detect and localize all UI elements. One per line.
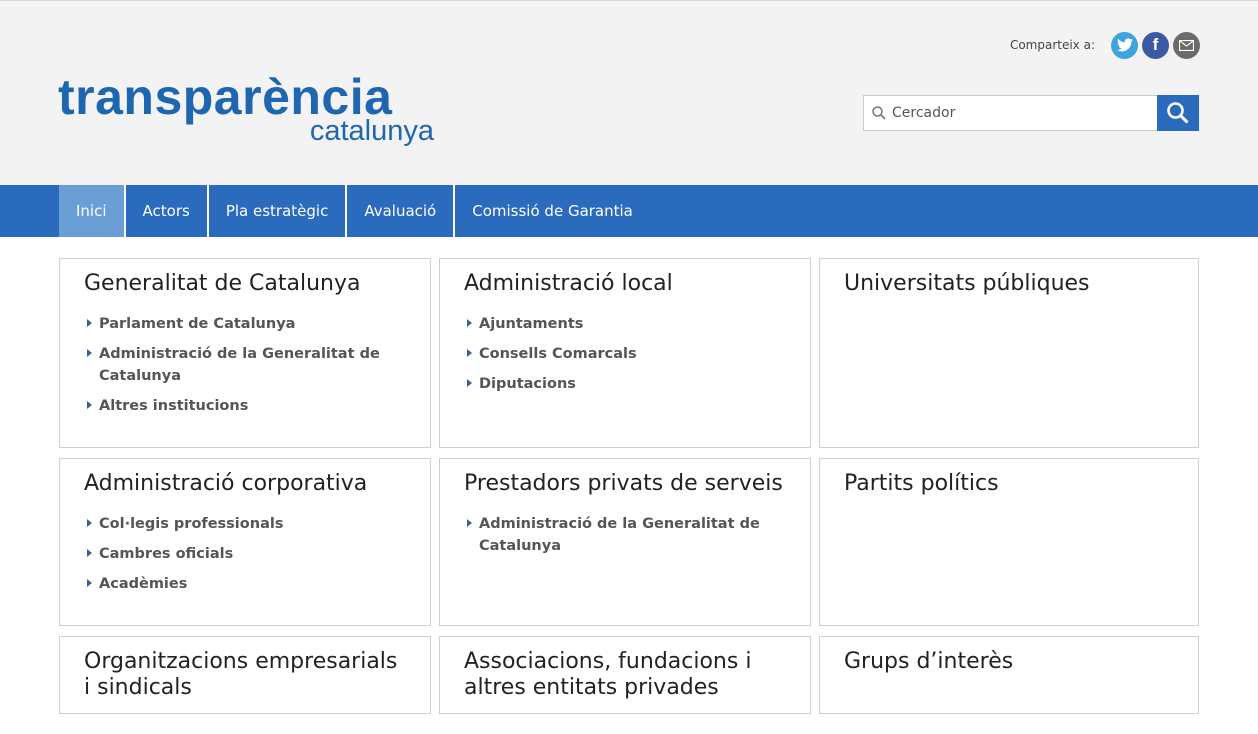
nav-item-comissio-garantia[interactable]: Comissió de Garantia [455,185,650,237]
search-form [863,95,1199,131]
search-button[interactable] [1157,95,1199,131]
card-title[interactable]: Prestadors privats de serveis [464,471,786,497]
card-grups-interes: Grups d’interès [819,636,1199,714]
card-links: Administració de la Generalitat de Catal… [464,513,786,557]
arrow-right-icon [87,579,92,587]
link-label: Administració de la Generalitat de Catal… [99,346,380,384]
nav-item-inici[interactable]: Inici [59,185,126,237]
search-box [863,95,1157,131]
list-item[interactable]: Diputacions [464,373,786,395]
card-title[interactable]: Generalitat de Catalunya [84,271,406,297]
list-item[interactable]: Acadèmies [84,573,406,595]
nav-item-pla-estrategic[interactable]: Pla estratègic [209,185,348,237]
share-label: Comparteix a: [1009,38,1095,52]
list-item[interactable]: Cambres oficials [84,543,406,565]
arrow-right-icon [87,519,92,527]
card-generalitat: Generalitat de Catalunya Parlament de Ca… [59,258,431,448]
arrow-right-icon [87,401,92,409]
list-item[interactable]: Altres institucions [84,395,406,417]
link-label: Col·legis professionals [99,516,284,532]
card-title[interactable]: Grups d’interès [844,649,1174,675]
card-title[interactable]: Partits polítics [844,471,1174,497]
link-label: Consells Comarcals [479,346,637,362]
search-icon [872,106,886,120]
arrow-right-icon [467,349,472,357]
card-prestadors-privats: Prestadors privats de serveis Administra… [439,458,811,626]
link-label: Altres institucions [99,398,249,414]
card-partits-politics: Partits polítics [819,458,1199,626]
mail-icon[interactable] [1173,31,1200,59]
site-logo[interactable]: transparència catalunya [58,71,438,151]
link-label: Administració de la Generalitat de Catal… [479,516,760,554]
facebook-icon[interactable]: f [1142,31,1169,59]
nav-item-avaluacio[interactable]: Avaluació [347,185,456,237]
site-header: transparència catalunya Comparteix a: f [0,0,1258,185]
arrow-right-icon [467,379,472,387]
link-label: Diputacions [479,376,576,392]
card-organitzacions-empresarials: Organitzacions empresarials i sindicals [59,636,431,714]
nav-list: Inici Actors Pla estratègic Avaluació Co… [59,185,650,237]
arrow-right-icon [467,319,472,327]
search-icon [1167,102,1189,124]
card-title[interactable]: Universitats públiques [844,271,1174,297]
link-label: Ajuntaments [479,316,584,332]
twitter-icon[interactable] [1111,31,1138,59]
list-item[interactable]: Col·legis professionals [84,513,406,535]
arrow-right-icon [87,549,92,557]
arrow-right-icon [87,349,92,357]
arrow-right-icon [467,519,472,527]
card-links: Col·legis professionals Cambres oficials… [84,513,406,595]
arrow-right-icon [87,319,92,327]
list-item[interactable]: Parlament de Catalunya [84,313,406,335]
card-universitats: Universitats públiques [819,258,1199,448]
list-item[interactable]: Administració de la Generalitat de Catal… [464,513,786,557]
nav-item-actors[interactable]: Actors [126,185,209,237]
card-title[interactable]: Organitzacions empresarials i sindicals [84,649,406,701]
search-input[interactable] [892,105,1132,121]
list-item[interactable]: Ajuntaments [464,313,786,335]
card-title[interactable]: Associacions, fundacions i altres entita… [464,649,786,701]
link-label: Acadèmies [99,576,188,592]
logo-sub-text: catalunya [309,115,434,147]
list-item[interactable]: Consells Comarcals [464,343,786,365]
share-bar: Comparteix a: f [1010,31,1200,59]
link-label: Cambres oficials [99,546,234,562]
card-administracio-local: Administració local Ajuntaments Consells… [439,258,811,448]
card-administracio-corporativa: Administració corporativa Col·legis prof… [59,458,431,626]
card-title[interactable]: Administració corporativa [84,471,406,497]
main-nav: Inici Actors Pla estratègic Avaluació Co… [0,185,1258,237]
card-links: Parlament de Catalunya Administració de … [84,313,406,417]
card-associacions-fundacions: Associacions, fundacions i altres entita… [439,636,811,714]
card-title[interactable]: Administració local [464,271,786,297]
link-label: Parlament de Catalunya [99,316,296,332]
list-item[interactable]: Administració de la Generalitat de Catal… [84,343,406,387]
card-links: Ajuntaments Consells Comarcals Diputacio… [464,313,786,395]
